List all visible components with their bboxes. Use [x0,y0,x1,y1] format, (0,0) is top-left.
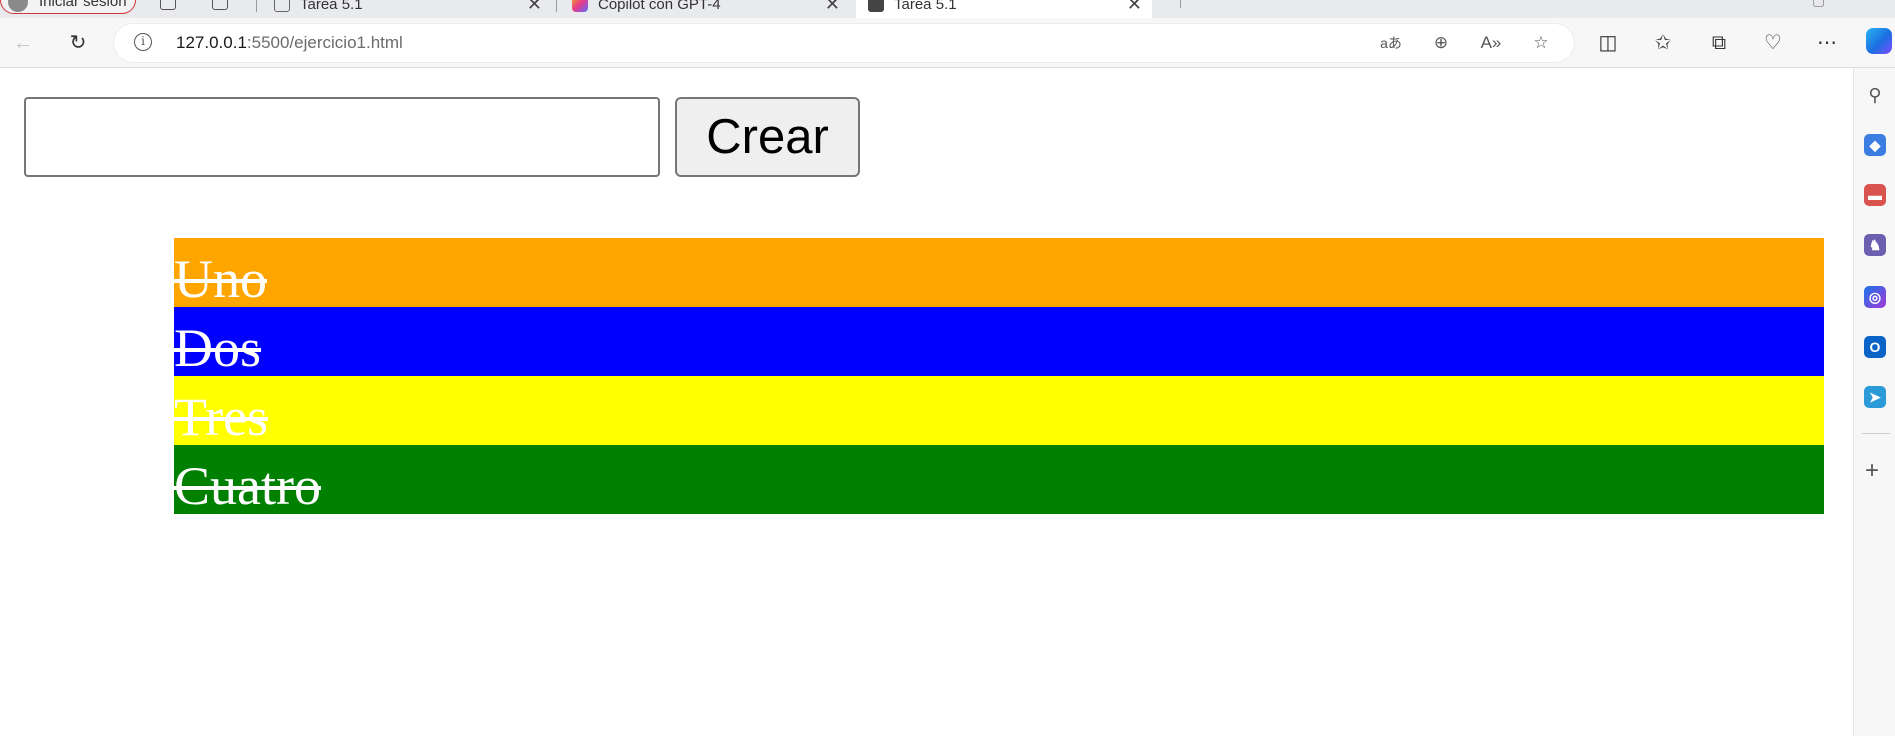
copilot-icon [572,0,588,12]
workspaces-icon[interactable] [160,0,176,10]
profile-label: Iniciar sesión [39,0,127,10]
sidebar-divider [1862,433,1890,434]
tab-separator [256,0,257,12]
browser-toolbar: ← ↻ i 127.0.0.1:5500/ejercicio1.html aあ … [0,18,1895,68]
url-host: 127.0.0.1 [176,33,247,52]
translate-icon[interactable]: aあ [1380,32,1402,54]
favorites-icon[interactable]: ✩ [1650,30,1676,56]
site-info-icon[interactable]: i [134,33,152,51]
search-icon[interactable]: ⚲ [1864,84,1886,106]
page-content: Crear Uno Dos Tres Cuatro [0,68,1853,736]
collections-icon[interactable]: ⧉ [1706,30,1732,56]
microsoft365-icon[interactable]: ◎ [1864,286,1886,308]
crear-button[interactable]: Crear [675,97,860,177]
list-item[interactable]: Dos [174,307,1824,376]
back-icon[interactable]: ← [10,30,36,56]
telegram-icon[interactable]: ➤ [1864,386,1886,408]
split-screen-icon[interactable]: ◫ [1595,30,1621,56]
list-item-label: Dos [174,318,262,376]
tab-copilot[interactable]: Copilot con GPT-4 ✕ [560,0,850,18]
shopping-icon[interactable]: ◆ [1864,134,1886,156]
tab-actions-icon[interactable] [212,0,228,10]
avatar [8,0,28,12]
new-tab-button[interactable] [1180,0,1181,8]
tab-separator [556,0,557,12]
url-text[interactable]: 127.0.0.1:5500/ejercicio1.html [176,33,403,53]
tools-icon[interactable]: ▬ [1864,184,1886,206]
page-icon [868,0,884,12]
copilot-icon[interactable] [1866,28,1892,54]
zoom-icon[interactable]: ⊕ [1430,32,1452,54]
profile-button[interactable]: Iniciar sesión [0,0,136,14]
outlook-icon[interactable]: O [1864,336,1886,358]
address-bar[interactable]: i 127.0.0.1:5500/ejercicio1.html aあ ⊕ A»… [114,24,1574,62]
refresh-icon[interactable]: ↻ [65,30,91,56]
text-input[interactable] [24,97,660,177]
close-icon[interactable]: ✕ [825,0,840,15]
list-item[interactable]: Tres [174,376,1824,445]
list-item[interactable]: Cuatro [174,445,1824,514]
tab-title: Tarea 5.1 [894,0,957,13]
close-icon[interactable]: ✕ [527,0,542,15]
edge-sidebar: ⚲ ◆ ▬ ♞ ◎ O ➤ + [1853,68,1895,736]
list-item-label: Cuatro [174,456,321,514]
item-list: Uno Dos Tres Cuatro [174,238,1824,514]
games-icon[interactable]: ♞ [1864,234,1886,256]
list-item-label: Tres [174,387,269,445]
page-icon [274,0,290,12]
tab-title: Copilot con GPT-4 [598,0,721,13]
browser-essentials-icon[interactable]: ♡ [1760,30,1786,56]
list-item[interactable]: Uno [174,238,1824,307]
more-icon[interactable]: ⋯ [1814,30,1840,56]
tab-tarea-active[interactable]: Tarea 5.1 ✕ [856,0,1152,18]
list-item-label: Uno [174,249,267,307]
tab-strip: Iniciar sesión Tarea 5.1 ✕ Copilot con G… [0,0,1895,18]
favorite-icon[interactable]: ☆ [1530,32,1552,54]
read-aloud-icon[interactable]: A» [1480,32,1502,54]
url-path: :5500/ejercicio1.html [246,33,403,52]
add-icon[interactable]: + [1865,459,1879,483]
tab-tarea-1[interactable]: Tarea 5.1 ✕ [262,0,552,18]
window-restore-icon[interactable]: ▢ [1812,0,1825,9]
close-icon[interactable]: ✕ [1127,0,1142,15]
tab-title: Tarea 5.1 [300,0,363,13]
